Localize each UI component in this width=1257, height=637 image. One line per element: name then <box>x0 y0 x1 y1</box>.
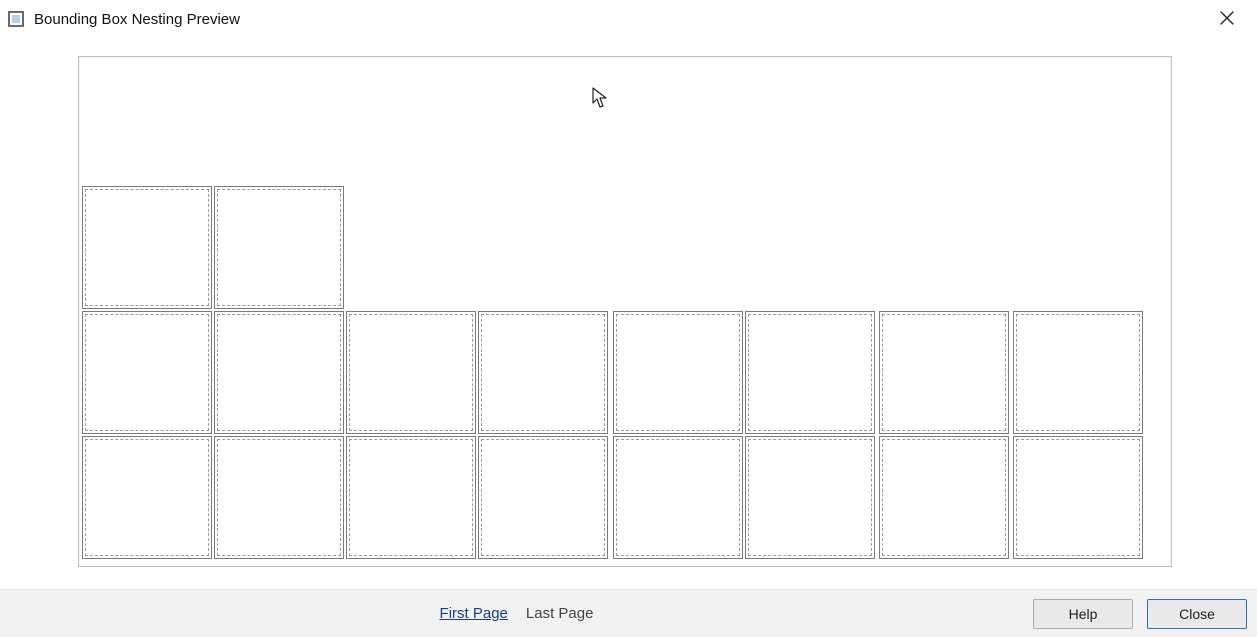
last-page-link[interactable]: Last Page <box>526 605 594 622</box>
nested-box <box>346 311 476 434</box>
nested-box <box>82 436 212 559</box>
nested-box <box>879 311 1009 434</box>
nested-box <box>1013 436 1143 559</box>
preview-area <box>0 38 1257 589</box>
nested-box <box>478 436 608 559</box>
close-button[interactable]: Close <box>1147 599 1247 629</box>
nested-box <box>613 436 743 559</box>
nested-box <box>82 186 212 309</box>
nested-box <box>346 436 476 559</box>
nested-box <box>613 311 743 434</box>
nesting-sheet <box>78 56 1172 567</box>
app-icon <box>8 11 24 27</box>
window-title: Bounding Box Nesting Preview <box>34 11 240 28</box>
nested-box <box>478 311 608 434</box>
nested-box <box>879 436 1009 559</box>
page-nav: First Page Last Page <box>0 605 1033 622</box>
footer: First Page Last Page Help Close <box>0 589 1257 637</box>
first-page-link[interactable]: First Page <box>440 605 508 622</box>
nested-box <box>745 436 875 559</box>
nested-box <box>82 311 212 434</box>
nested-box <box>745 311 875 434</box>
nested-box <box>214 436 344 559</box>
nested-box <box>214 311 344 434</box>
close-icon <box>1220 9 1234 30</box>
footer-buttons: Help Close <box>1033 599 1247 629</box>
nested-box <box>214 186 344 309</box>
window-close-button[interactable] <box>1205 4 1249 34</box>
nested-box <box>1013 311 1143 434</box>
cursor-icon <box>592 87 610 112</box>
help-button[interactable]: Help <box>1033 599 1133 629</box>
titlebar: Bounding Box Nesting Preview <box>0 0 1257 38</box>
